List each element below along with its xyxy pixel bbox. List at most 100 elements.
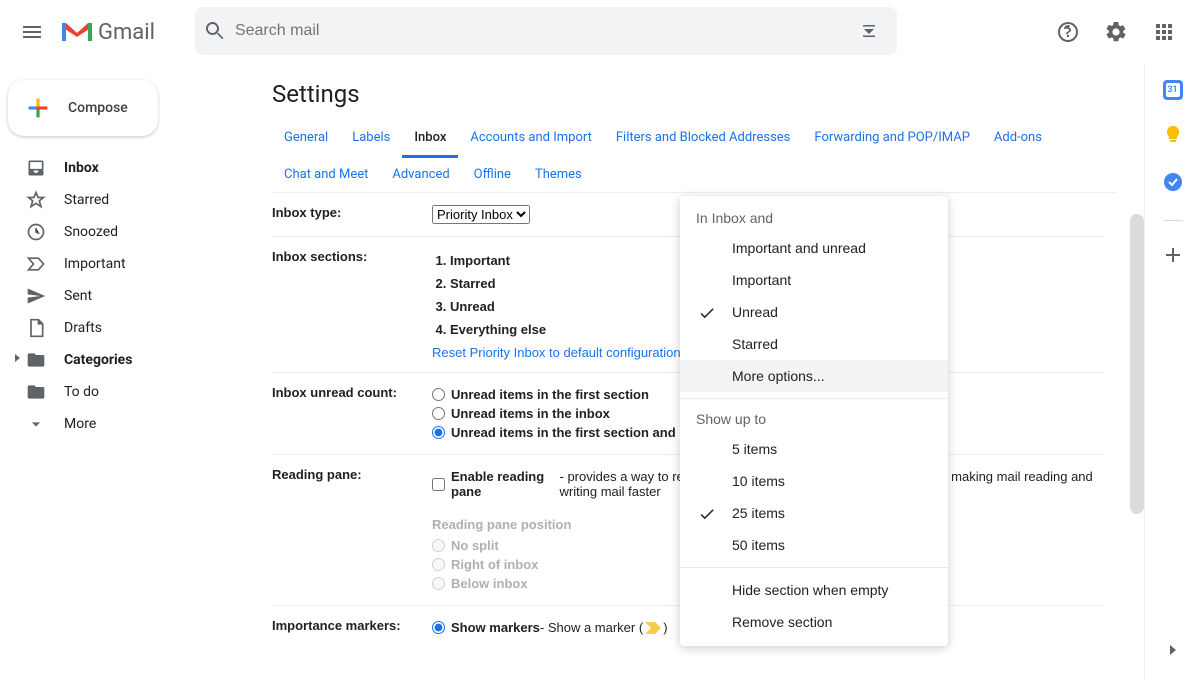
hamburger-icon bbox=[20, 20, 44, 44]
dd-count-items[interactable]: 10 items bbox=[680, 465, 948, 497]
dropdown-header-inbox-and: In Inbox and bbox=[680, 204, 948, 232]
add-addon-button[interactable] bbox=[1163, 245, 1183, 269]
dropdown-header-show-up-to: Show up to bbox=[680, 405, 948, 433]
keep-addon-button[interactable] bbox=[1163, 124, 1183, 148]
inbox-type-select[interactable]: Priority Inbox bbox=[432, 205, 530, 224]
dd-filter-important[interactable]: Important bbox=[680, 264, 948, 296]
sidebar-item-important[interactable]: Important bbox=[0, 248, 248, 280]
pane-position-radio-0 bbox=[432, 539, 445, 552]
nav-label: Inbox bbox=[64, 160, 99, 176]
tab-labels[interactable]: Labels bbox=[340, 120, 402, 157]
tab-offline[interactable]: Offline bbox=[462, 157, 523, 192]
sidebar-item-categories[interactable]: Categories bbox=[0, 344, 248, 376]
reading-pane-label: Reading pane: bbox=[272, 467, 432, 593]
tasks-addon-button[interactable] bbox=[1163, 172, 1183, 196]
tab-advanced[interactable]: Advanced bbox=[380, 157, 461, 192]
unread-count-option-1: Unread items in the inbox bbox=[451, 406, 610, 421]
main-menu-button[interactable] bbox=[8, 8, 56, 56]
nav-label: Sent bbox=[64, 288, 92, 304]
page-title: Settings bbox=[272, 80, 1116, 108]
clock-icon bbox=[26, 222, 46, 242]
support-button[interactable] bbox=[1048, 12, 1088, 52]
nav-label: Categories bbox=[64, 352, 132, 368]
apps-grid-icon bbox=[1152, 20, 1176, 44]
pane-position-option-1: Right of inbox bbox=[451, 557, 538, 572]
tab-inbox[interactable]: Inbox bbox=[402, 120, 458, 158]
gmail-logo[interactable]: Gmail bbox=[60, 19, 155, 45]
unread-count-radio-2[interactable] bbox=[432, 426, 445, 439]
dd-filter-important-and-unread[interactable]: Important and unread bbox=[680, 232, 948, 264]
folder-icon bbox=[26, 350, 46, 370]
show-markers-text: Show markers bbox=[451, 620, 540, 635]
sent-icon bbox=[26, 286, 46, 306]
nav-label: Drafts bbox=[64, 320, 102, 336]
reset-priority-link[interactable]: Reset Priority Inbox to default configur… bbox=[432, 345, 681, 360]
search-box[interactable] bbox=[195, 7, 897, 55]
star-icon bbox=[26, 190, 46, 210]
show-markers-radio[interactable] bbox=[432, 621, 445, 634]
tasks-icon bbox=[1163, 172, 1183, 192]
nav-label: More bbox=[64, 416, 96, 432]
dd-action-hide-section-when-empty[interactable]: Hide section when empty bbox=[680, 574, 948, 606]
tab-general[interactable]: General bbox=[272, 120, 340, 157]
sidebar-item-starred[interactable]: Starred bbox=[0, 184, 248, 216]
calendar-addon-button[interactable]: 31 bbox=[1163, 80, 1183, 100]
gmail-icon bbox=[60, 19, 94, 45]
sidebar-item-to-do[interactable]: To do bbox=[0, 376, 248, 408]
tab-accounts-and-import[interactable]: Accounts and Import bbox=[458, 120, 603, 157]
inbox-sections-label: Inbox sections: bbox=[272, 249, 432, 360]
show-markers-desc: - Show a marker ( bbox=[540, 620, 643, 635]
unread-count-radio-0[interactable] bbox=[432, 388, 445, 401]
sidebar-item-more[interactable]: More bbox=[0, 408, 248, 440]
tab-forwarding-and-pop-imap[interactable]: Forwarding and POP/IMAP bbox=[802, 120, 982, 157]
nav-label: Starred bbox=[64, 192, 109, 208]
collapse-panel-button[interactable] bbox=[1163, 640, 1183, 664]
sidebar: Compose Inbox Starred SnoozedImportant Sent… bbox=[0, 64, 256, 680]
draft-icon bbox=[26, 318, 46, 338]
search-input[interactable] bbox=[235, 22, 857, 40]
chevron-right-icon bbox=[1163, 640, 1183, 660]
more-icon bbox=[26, 414, 46, 434]
dd-filter-more-options[interactable]: More options... bbox=[680, 360, 948, 392]
unread-count-radio-1[interactable] bbox=[432, 407, 445, 420]
compose-label: Compose bbox=[68, 100, 128, 116]
inbox-type-label: Inbox type: bbox=[272, 205, 432, 224]
plus-icon bbox=[24, 94, 52, 122]
dd-count-items[interactable]: 50 items bbox=[680, 529, 948, 561]
pane-position-radio-2 bbox=[432, 577, 445, 590]
tab-themes[interactable]: Themes bbox=[523, 157, 594, 192]
enable-reading-pane-checkbox[interactable] bbox=[432, 478, 445, 491]
sidebar-item-drafts[interactable]: Drafts bbox=[0, 312, 248, 344]
dd-action-remove-section[interactable]: Remove section bbox=[680, 606, 948, 638]
tab-filters-and-blocked-addresses[interactable]: Filters and Blocked Addresses bbox=[604, 120, 803, 157]
apps-button[interactable] bbox=[1144, 12, 1184, 52]
search-icon bbox=[203, 19, 227, 43]
settings-content: Settings GeneralLabelsInboxAccounts and … bbox=[256, 64, 1144, 680]
plus-icon bbox=[1163, 245, 1183, 265]
inbox-icon bbox=[26, 158, 46, 178]
tab-add-ons[interactable]: Add-ons bbox=[982, 120, 1054, 157]
compose-button[interactable]: Compose bbox=[8, 80, 158, 136]
important-icon bbox=[26, 254, 46, 274]
logo-text: Gmail bbox=[98, 20, 155, 45]
search-options-icon[interactable] bbox=[857, 19, 881, 43]
settings-tabs: GeneralLabelsInboxAccounts and ImportFil… bbox=[272, 120, 1116, 193]
sidebar-item-snoozed[interactable]: Snoozed bbox=[0, 216, 248, 248]
check-icon bbox=[698, 304, 716, 325]
dd-count-items[interactable]: 25 items bbox=[680, 497, 948, 529]
dd-count-items[interactable]: 5 items bbox=[680, 433, 948, 465]
scrollbar[interactable] bbox=[1130, 214, 1144, 514]
pane-position-radio-1 bbox=[432, 558, 445, 571]
importance-marker-icon bbox=[645, 622, 661, 634]
section-options-dropdown: In Inbox and Important and unreadImporta… bbox=[680, 196, 948, 646]
sidebar-item-sent[interactable]: Sent bbox=[0, 280, 248, 312]
dd-filter-unread[interactable]: Unread bbox=[680, 296, 948, 328]
settings-button[interactable] bbox=[1096, 12, 1136, 52]
dd-filter-starred[interactable]: Starred bbox=[680, 328, 948, 360]
pane-position-option-2: Below inbox bbox=[451, 576, 528, 591]
sidebar-item-inbox[interactable]: Inbox bbox=[0, 152, 248, 184]
unread-count-label: Inbox unread count: bbox=[272, 385, 432, 442]
tab-chat-and-meet[interactable]: Chat and Meet bbox=[272, 157, 380, 192]
folder-icon bbox=[26, 382, 46, 402]
enable-reading-pane-text: Enable reading pane bbox=[451, 469, 560, 499]
